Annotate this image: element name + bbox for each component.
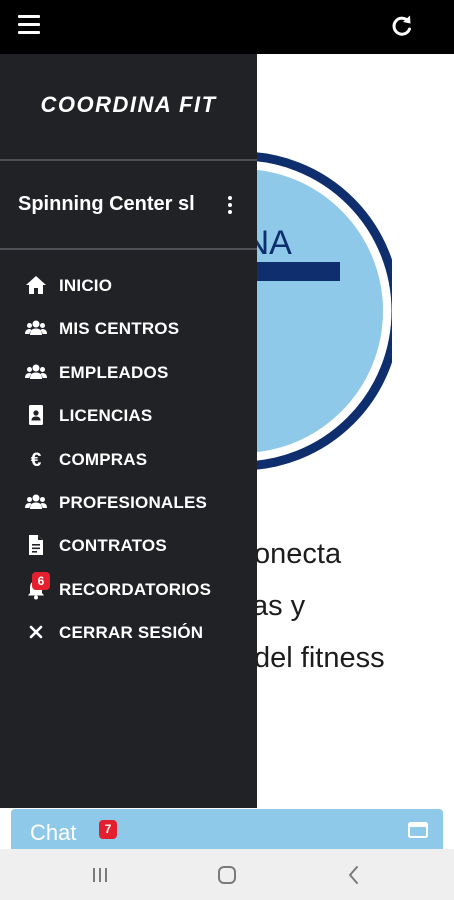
system-navigation-bar xyxy=(0,849,454,900)
top-app-bar xyxy=(0,0,454,54)
users-icon xyxy=(25,364,47,379)
menu-item-label: INICIO xyxy=(59,276,113,295)
menu-item-label: MIS CENTROS xyxy=(59,319,180,339)
account-name: Spinning Center sl xyxy=(18,193,195,215)
users-icon xyxy=(25,320,47,336)
kebab-menu-icon[interactable] xyxy=(226,196,234,218)
id-card-icon xyxy=(29,405,43,426)
document-icon xyxy=(29,535,43,556)
recent-apps-icon[interactable] xyxy=(87,862,113,888)
menu-item-inicio[interactable]: INICIO xyxy=(0,265,257,308)
chat-label: Chat xyxy=(30,820,77,845)
drawer-menu: INICIO MIS CENTROS EMPLEADOS LICENCIAS €… xyxy=(0,265,257,656)
back-icon[interactable] xyxy=(341,862,367,888)
hamburger-menu-icon[interactable] xyxy=(18,15,42,37)
divider xyxy=(0,248,257,250)
divider xyxy=(0,159,257,161)
home-icon xyxy=(26,276,46,294)
menu-item-label: RECORDATORIOS xyxy=(59,579,212,599)
close-icon xyxy=(29,625,43,639)
notification-badge: 6 xyxy=(32,571,50,590)
menu-item-mis-centros[interactable]: MIS CENTROS xyxy=(0,308,257,351)
menu-item-label: COMPRAS xyxy=(59,449,148,469)
menu-item-recordatorios[interactable]: 6 RECORDATORIOS xyxy=(0,569,257,612)
navigation-drawer: COORDINA FIT Spinning Center sl INICIO M… xyxy=(0,54,257,808)
menu-item-empleados[interactable]: EMPLEADOS xyxy=(0,352,257,395)
window-icon[interactable] xyxy=(408,822,428,838)
users-icon xyxy=(25,494,47,509)
home-icon[interactable] xyxy=(214,862,240,888)
menu-item-label: CONTRATOS xyxy=(59,536,167,556)
chat-bar[interactable]: Chat 7 xyxy=(11,809,443,849)
menu-item-profesionales[interactable]: PROFESIONALES xyxy=(0,482,257,525)
menu-item-label: EMPLEADOS xyxy=(59,362,169,382)
brand-logo: COORDINA FIT xyxy=(40,92,217,117)
euro-icon: € xyxy=(31,450,42,470)
chat-badge: 7 xyxy=(99,820,117,839)
account-selector[interactable]: Spinning Center sl xyxy=(0,162,257,250)
menu-item-label: CERRAR SESIÓN xyxy=(59,623,204,643)
menu-item-label: PROFESIONALES xyxy=(59,492,208,512)
menu-item-cerrar-sesion[interactable]: CERRAR SESIÓN xyxy=(0,612,257,655)
svg-text:€: € xyxy=(31,450,42,470)
menu-item-contratos[interactable]: CONTRATOS xyxy=(0,525,257,568)
app-screen: ODINA onecta as y del fitness COORDINA F… xyxy=(0,0,454,900)
menu-item-compras[interactable]: € COMPRAS xyxy=(0,439,257,482)
menu-item-label: LICENCIAS xyxy=(59,406,153,426)
refresh-icon[interactable] xyxy=(388,12,416,40)
menu-item-licencias[interactable]: LICENCIAS xyxy=(0,395,257,438)
